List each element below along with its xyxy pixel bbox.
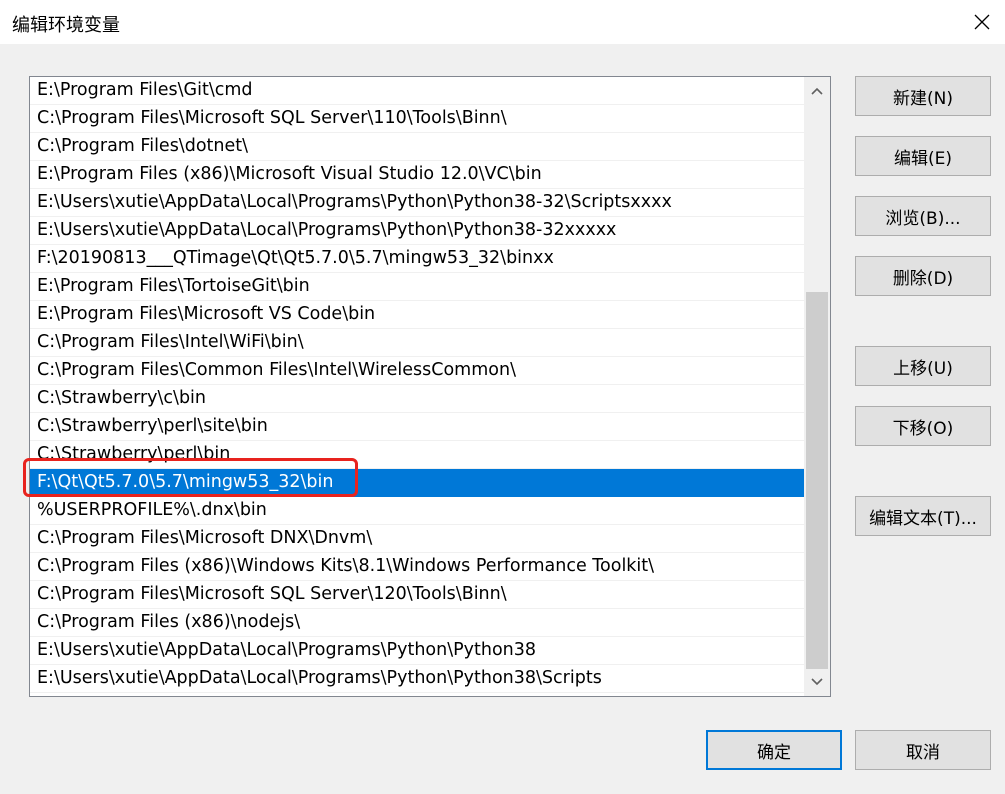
list-item[interactable]: C:\Program Files (x86)\nodejs\ [30,609,804,637]
move-up-button[interactable]: 上移(U) [855,346,991,386]
edit-text-button[interactable]: 编辑文本(T)... [855,496,991,536]
list-item[interactable]: C:\Strawberry\c\bin [30,385,804,413]
list-item[interactable]: E:\Program Files\Microsoft VS Code\bin [30,301,804,329]
delete-button[interactable]: 删除(D) [855,256,991,296]
edit-button[interactable]: 编辑(E) [855,136,991,176]
list-item[interactable]: E:\Users\xutie\AppData\Local\Programs\Py… [30,189,804,217]
list-item[interactable]: E:\Program Files\Git\cmd [30,77,804,105]
list-item[interactable]: F:\Qt\Qt5.7.0\5.7\mingw53_32\bin [30,469,804,497]
list-item[interactable]: C:\Program Files\Intel\WiFi\bin\ [30,329,804,357]
close-button[interactable] [959,0,1005,44]
list-item[interactable]: C:\Strawberry\perl\site\bin [30,413,804,441]
cancel-button[interactable]: 取消 [855,730,991,770]
list-item[interactable]: C:\Program Files\Common Files\Intel\Wire… [30,357,804,385]
list-item[interactable]: E:\Users\xutie\AppData\Local\Programs\Py… [30,217,804,245]
vertical-scrollbar[interactable] [804,77,830,696]
close-icon [974,14,990,30]
list-item[interactable]: %USERPROFILE%\.dnx\bin [30,497,804,525]
list-item[interactable]: C:\Program Files\Microsoft DNX\Dnvm\ [30,525,804,553]
move-down-button[interactable]: 下移(O) [855,406,991,446]
list-item[interactable]: E:\Users\xutie\AppData\Local\Programs\Py… [30,665,804,693]
list-item[interactable]: E:\Program Files\TortoiseGit\bin [30,273,804,301]
list-item[interactable]: C:\Program Files\Microsoft SQL Server\11… [30,105,804,133]
new-button[interactable]: 新建(N) [855,76,991,116]
list-item[interactable]: C:\Program Files\Microsoft SQL Server\12… [30,581,804,609]
chevron-up-icon [811,87,823,95]
list-item[interactable]: C:\Program Files\dotnet\ [30,133,804,161]
scroll-up-button[interactable] [804,77,830,105]
list-item[interactable]: E:\Program Files (x86)\Microsoft Visual … [30,161,804,189]
list-item[interactable]: F:\20190813___QTimage\Qt\Qt5.7.0\5.7\min… [30,245,804,273]
list-item[interactable]: C:\Program Files (x86)\Windows Kits\8.1\… [30,553,804,581]
scroll-thumb[interactable] [806,292,828,669]
browse-button[interactable]: 浏览(B)... [855,196,991,236]
path-list: E:\Program Files\Git\cmd C:\Program Files… [30,77,804,693]
list-item[interactable]: E:\Users\xutie\AppData\Local\Programs\Py… [30,637,804,665]
list-item[interactable]: C:\Strawberry\perl\bin [30,441,804,469]
scroll-down-button[interactable] [804,668,830,696]
window-title: 编辑环境变量 [12,15,120,36]
title-bar: 编辑环境变量 [0,0,1005,44]
path-listbox[interactable]: E:\Program Files\Git\cmd C:\Program Files… [29,76,831,697]
chevron-down-icon [811,678,823,686]
ok-button[interactable]: 确定 [706,730,842,770]
